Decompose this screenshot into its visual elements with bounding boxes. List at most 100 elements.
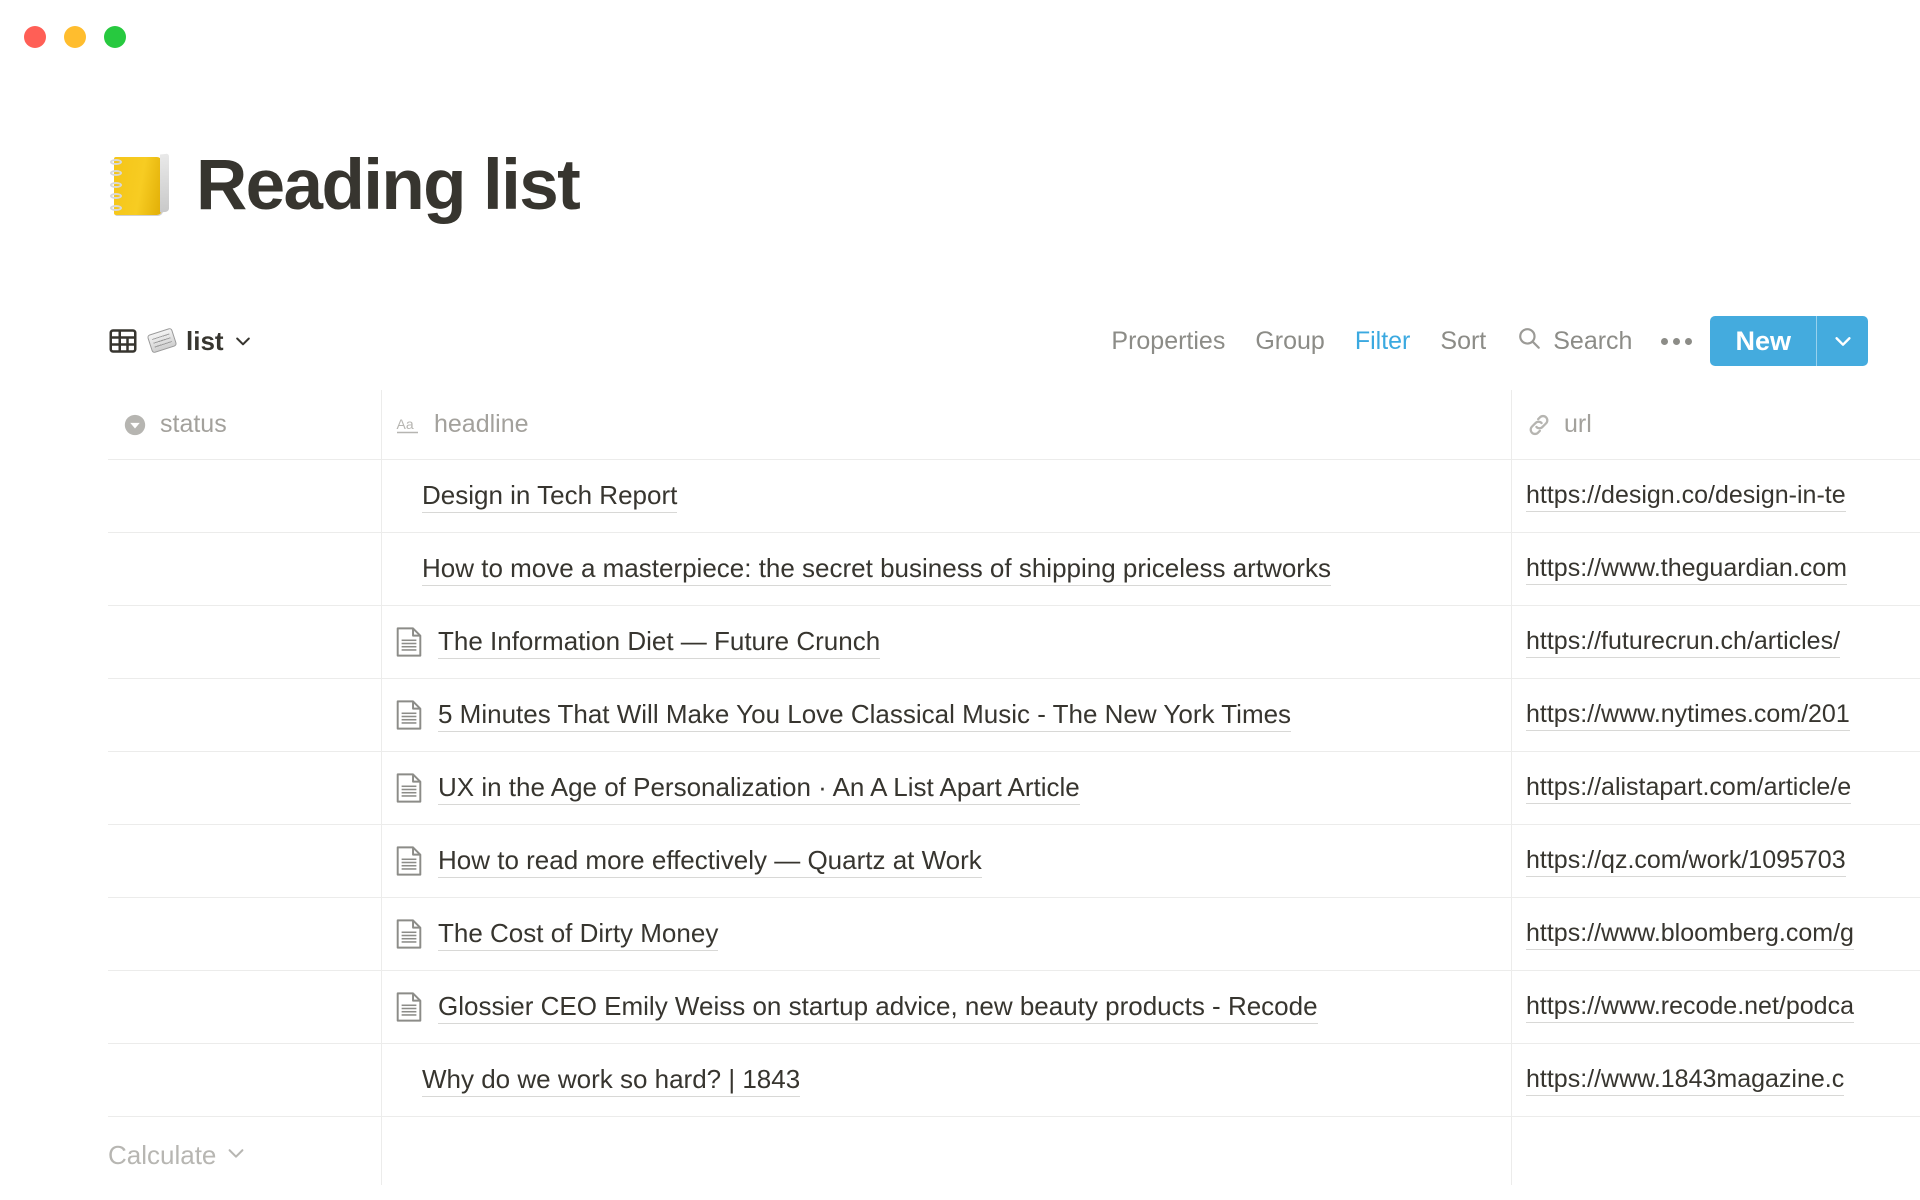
filter-button[interactable]: Filter [1340, 327, 1426, 356]
cell-url[interactable] [1512, 1117, 1920, 1189]
title-text-property-icon: Aa [396, 412, 422, 438]
page-document-icon [396, 627, 422, 657]
page-document-icon [396, 773, 422, 803]
column-header-label: url [1564, 410, 1592, 438]
chevron-down-icon[interactable] [233, 331, 253, 351]
url-link[interactable]: https://qz.com/work/1095703 [1526, 845, 1846, 878]
select-property-icon [122, 412, 148, 438]
column-header-label: status [160, 410, 227, 438]
cell-status[interactable] [108, 825, 382, 897]
cell-headline[interactable]: The Cost of Dirty Money [382, 898, 1512, 970]
cell-headline[interactable]: Why do we work so hard? | 1843 [382, 1044, 1512, 1116]
table-row[interactable]: UX in the Age of Personalization · An A … [108, 752, 1920, 825]
cell-status[interactable] [108, 533, 382, 605]
cell-headline[interactable]: Design in Tech Report [382, 460, 1512, 532]
url-link[interactable]: https://www.1843magazine.c [1526, 1064, 1845, 1097]
cell-status[interactable] [108, 1044, 382, 1116]
cell-status[interactable] [108, 460, 382, 532]
cell-status[interactable] [108, 606, 382, 678]
maximize-button[interactable] [104, 26, 126, 48]
cell-headline[interactable]: 5 Minutes That Will Make You Love Classi… [382, 679, 1512, 751]
rolled-up-newspaper-icon [146, 327, 178, 354]
headline-link[interactable]: 5 Minutes That Will Make You Love Classi… [438, 698, 1292, 732]
url-link[interactable]: https://www.bloomberg.com/g [1526, 918, 1854, 951]
cell-headline[interactable] [382, 1117, 1512, 1189]
cell-headline[interactable]: The Information Diet — Future Crunch [382, 606, 1512, 678]
headline-link[interactable]: How to move a masterpiece: the secret bu… [422, 552, 1331, 586]
table-header-row: status Aa headline url [108, 390, 1920, 460]
headline-link[interactable]: Design in Tech Report [422, 479, 678, 513]
page-title: Reading list [196, 146, 581, 225]
url-link[interactable]: https://alistapart.com/article/e [1526, 772, 1852, 805]
url-link[interactable]: https://www.recode.net/podca [1526, 991, 1854, 1024]
cell-url[interactable]: https://www.nytimes.com/201 [1512, 679, 1920, 751]
search-icon [1516, 325, 1542, 358]
cell-url[interactable]: https://www.recode.net/podca [1512, 971, 1920, 1043]
ellipsis-dot [1661, 337, 1669, 345]
properties-button[interactable]: Properties [1096, 327, 1240, 356]
traffic-lights [24, 26, 126, 48]
ellipsis-dot [1685, 337, 1693, 345]
chevron-down-icon[interactable] [225, 1142, 247, 1169]
bottom-mask [0, 1185, 1920, 1200]
column-header-url[interactable]: url [1512, 390, 1920, 459]
table-body: Design in Tech Report https://design.co/d… [108, 460, 1920, 1190]
new-button-dropdown[interactable] [1816, 316, 1868, 366]
cell-url[interactable]: https://www.bloomberg.com/g [1512, 898, 1920, 970]
table-footer: Calculate [108, 1140, 247, 1171]
cell-url[interactable]: https://futurecrun.ch/articles/ [1512, 606, 1920, 678]
table-row[interactable]: Why do we work so hard? | 1843 https://ww… [108, 1044, 1920, 1117]
table-row[interactable]: The Information Diet — Future Crunch http… [108, 606, 1920, 679]
group-button[interactable]: Group [1240, 327, 1339, 356]
table-row[interactable]: Design in Tech Report https://design.co/d… [108, 460, 1920, 533]
headline-link[interactable]: Glossier CEO Emily Weiss on startup advi… [438, 990, 1318, 1024]
cell-url[interactable]: https://alistapart.com/article/e [1512, 752, 1920, 824]
headline-link[interactable]: The Information Diet — Future Crunch [438, 625, 881, 659]
page-document-icon [396, 992, 422, 1022]
headline-link[interactable]: UX in the Age of Personalization · An A … [438, 771, 1080, 805]
calculate-label[interactable]: Calculate [108, 1140, 216, 1171]
table-row[interactable]: Glossier CEO Emily Weiss on startup advi… [108, 971, 1920, 1044]
sort-button[interactable]: Sort [1425, 327, 1501, 356]
cell-url[interactable]: https://design.co/design-in-te [1512, 460, 1920, 532]
table-row[interactable]: 5 Minutes That Will Make You Love Classi… [108, 679, 1920, 752]
cell-url[interactable]: https://qz.com/work/1095703 [1512, 825, 1920, 897]
cell-url[interactable]: https://www.theguardian.com [1512, 533, 1920, 605]
search-label: Search [1553, 326, 1633, 355]
headline-link[interactable]: How to read more effectively — Quartz at… [438, 844, 982, 878]
cell-headline[interactable]: Glossier CEO Emily Weiss on startup advi… [382, 971, 1512, 1043]
database-table: status Aa headline url Design in Tech Re… [108, 390, 1920, 1190]
svg-text:Aa: Aa [397, 416, 414, 432]
url-link[interactable]: https://futurecrun.ch/articles/ [1526, 626, 1841, 659]
url-link[interactable]: https://www.theguardian.com [1526, 553, 1847, 586]
headline-link[interactable]: The Cost of Dirty Money [438, 917, 719, 951]
view-tab-list[interactable]: list [108, 326, 253, 357]
cell-headline[interactable]: How to move a masterpiece: the secret bu… [382, 533, 1512, 605]
more-options-button[interactable] [1647, 337, 1710, 345]
cell-headline[interactable]: UX in the Age of Personalization · An A … [382, 752, 1512, 824]
table-row[interactable]: How to read more effectively — Quartz at… [108, 825, 1920, 898]
headline-link[interactable]: Why do we work so hard? | 1843 [422, 1063, 801, 1097]
column-header-label: headline [434, 410, 529, 438]
cell-status[interactable] [108, 898, 382, 970]
cell-status[interactable] [108, 971, 382, 1043]
cell-status[interactable] [108, 752, 382, 824]
new-button-group[interactable]: New [1710, 316, 1868, 366]
cell-status[interactable] [108, 679, 382, 751]
page-document-icon [396, 846, 422, 876]
search-button[interactable]: Search [1501, 325, 1647, 358]
url-link[interactable]: https://design.co/design-in-te [1526, 480, 1846, 513]
cell-headline[interactable]: How to read more effectively — Quartz at… [382, 825, 1512, 897]
minimize-button[interactable] [64, 26, 86, 48]
ellipsis-dot [1673, 337, 1681, 345]
column-header-status[interactable]: status [108, 390, 382, 459]
table-row[interactable]: How to move a masterpiece: the secret bu… [108, 533, 1920, 606]
column-header-headline[interactable]: Aa headline [382, 390, 1512, 459]
new-button[interactable]: New [1710, 316, 1816, 366]
cell-url[interactable]: https://www.1843magazine.c [1512, 1044, 1920, 1116]
table-row-new-placeholder[interactable] [108, 1117, 1920, 1190]
window-titlebar [0, 0, 1920, 76]
close-button[interactable] [24, 26, 46, 48]
table-row[interactable]: The Cost of Dirty Money https://www.bloom… [108, 898, 1920, 971]
url-link[interactable]: https://www.nytimes.com/201 [1526, 699, 1850, 732]
